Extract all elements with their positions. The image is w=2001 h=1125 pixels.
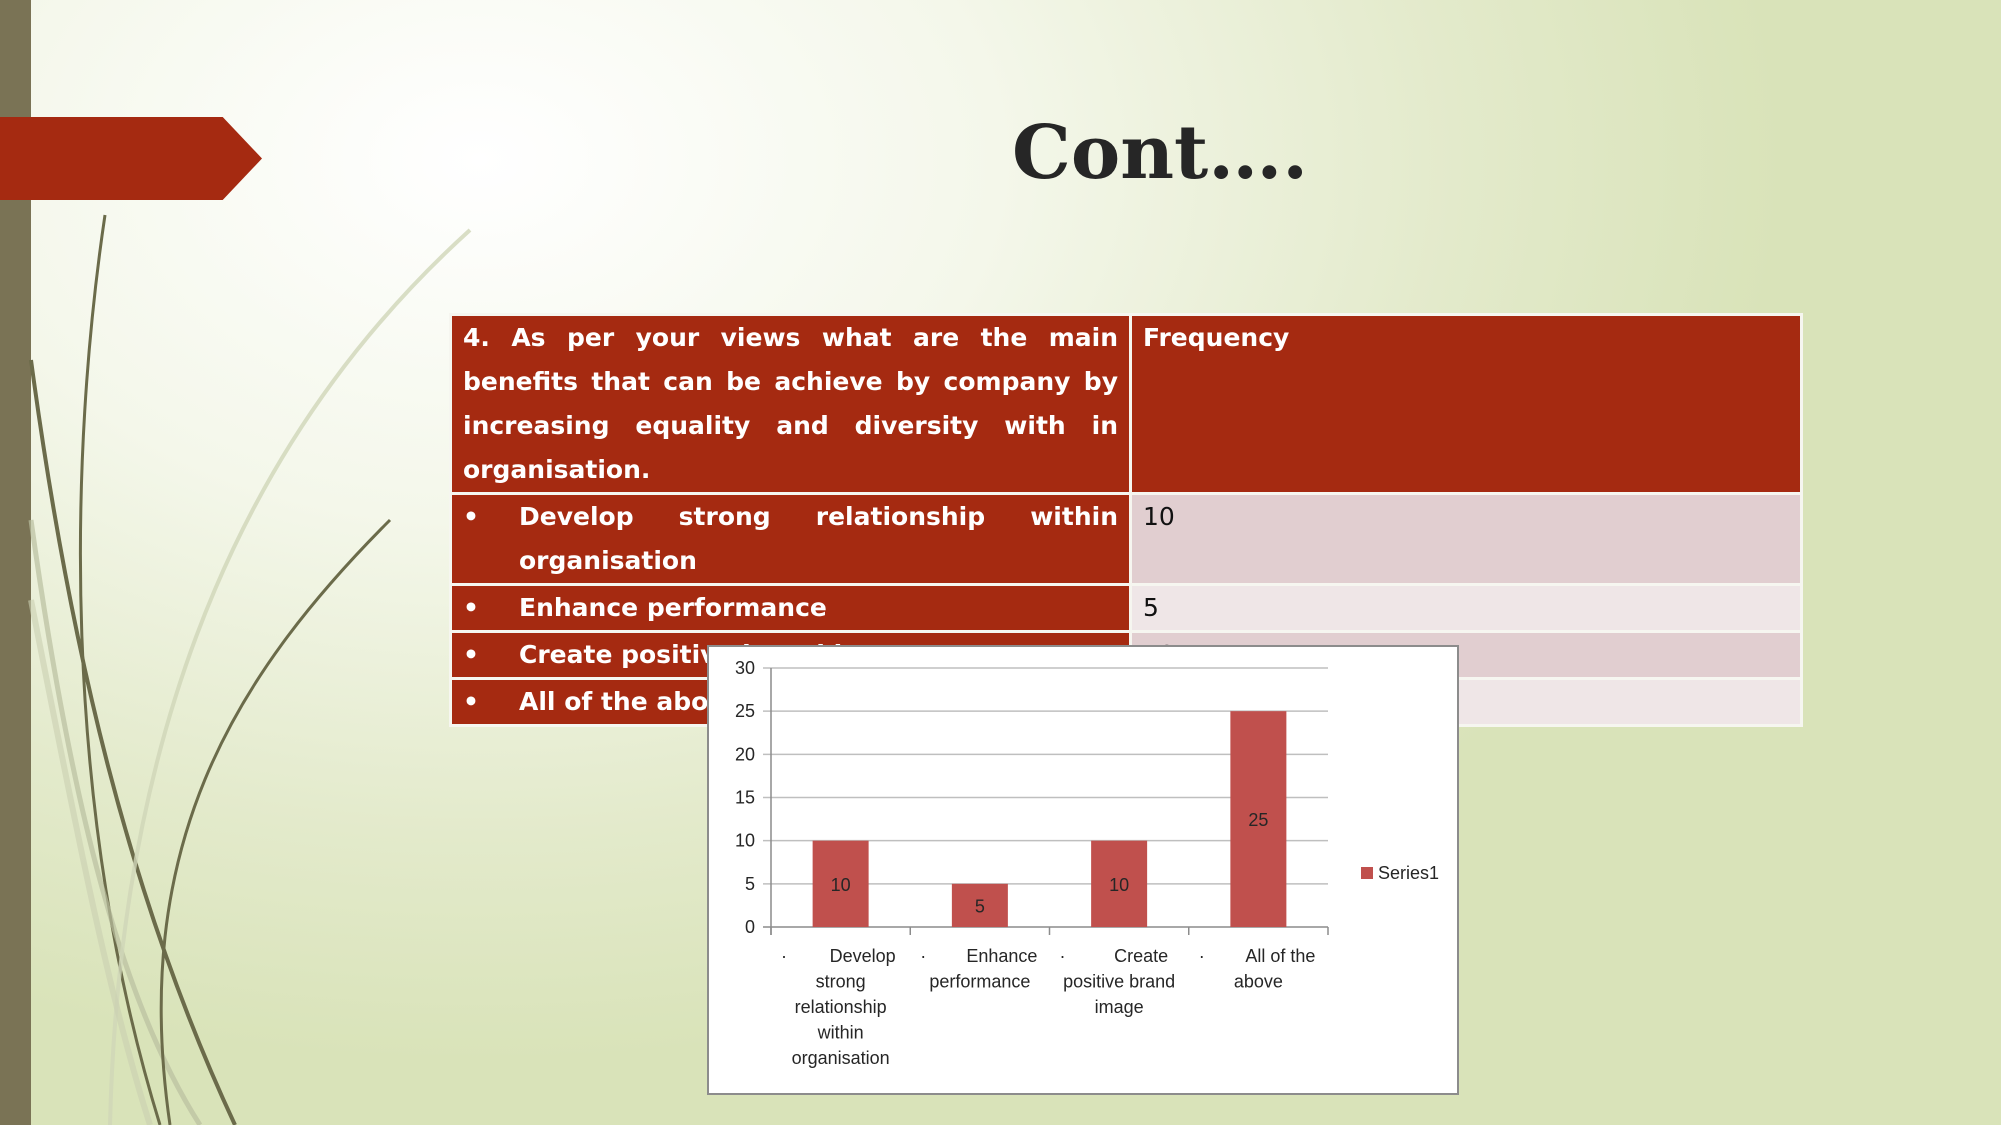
x-tick-label: image xyxy=(1095,997,1144,1017)
frequency-header: Frequency xyxy=(1129,313,1803,495)
x-tick-bullet: · xyxy=(781,946,787,966)
x-tick-label: performance xyxy=(929,972,1030,992)
data-label: 10 xyxy=(831,875,851,895)
y-tick-label: 15 xyxy=(735,788,755,808)
bar-chart-svg: 0 5 10 15 20 25 30 10 · Develop strong relationship… xyxy=(735,658,1439,1068)
table-header-row: 4. As per your views what are the main b… xyxy=(449,313,1803,495)
bullet-icon: • xyxy=(463,687,479,716)
x-tick-label: strong xyxy=(816,972,866,992)
data-label: 25 xyxy=(1248,810,1268,830)
y-tick-label: 25 xyxy=(735,701,755,721)
bullet-icon: • xyxy=(463,640,479,669)
row-value: 10 xyxy=(1129,492,1803,586)
x-tick-label: within xyxy=(817,1023,864,1043)
row-label: Develop strong relationship within organ… xyxy=(519,502,1118,575)
x-tick-bullet: · xyxy=(1199,946,1205,966)
legend-swatch xyxy=(1361,867,1373,879)
legend-label: Series1 xyxy=(1378,863,1439,883)
x-tick-label: Develop xyxy=(830,946,896,966)
question-header: 4. As per your views what are the main b… xyxy=(449,313,1132,495)
bullet-icon: • xyxy=(463,502,479,531)
row-label: Enhance performance xyxy=(519,593,827,622)
x-tick-bullet: · xyxy=(920,946,926,966)
bullet-icon: • xyxy=(463,593,479,622)
y-tick-label: 10 xyxy=(735,831,755,851)
x-tick-label: organisation xyxy=(792,1048,890,1068)
x-tick-label: above xyxy=(1234,972,1283,992)
x-tick-bullet: · xyxy=(1060,946,1066,966)
y-tick-label: 30 xyxy=(735,658,755,678)
y-tick-label: 0 xyxy=(745,917,755,937)
slide-title: Cont…. xyxy=(1012,110,1308,196)
table-row: • Enhance performance 5 xyxy=(449,583,1803,633)
row-value: 5 xyxy=(1129,583,1803,633)
data-label: 5 xyxy=(975,896,985,916)
y-tick-label: 5 xyxy=(745,874,755,894)
title-arrow-shape xyxy=(0,117,262,200)
bar-chart: 0 5 10 15 20 25 30 10 · Develop strong relationship… xyxy=(707,645,1459,1095)
x-tick-label: positive brand xyxy=(1063,972,1175,992)
data-label: 10 xyxy=(1109,875,1129,895)
x-tick-label: Enhance xyxy=(966,946,1037,966)
x-tick-label: Create xyxy=(1114,946,1168,966)
table-row: • Develop strong relationship within orga… xyxy=(449,492,1803,586)
y-tick-label: 20 xyxy=(735,744,755,764)
x-tick-label: relationship xyxy=(795,997,887,1017)
x-tick-label: All of the xyxy=(1245,946,1315,966)
